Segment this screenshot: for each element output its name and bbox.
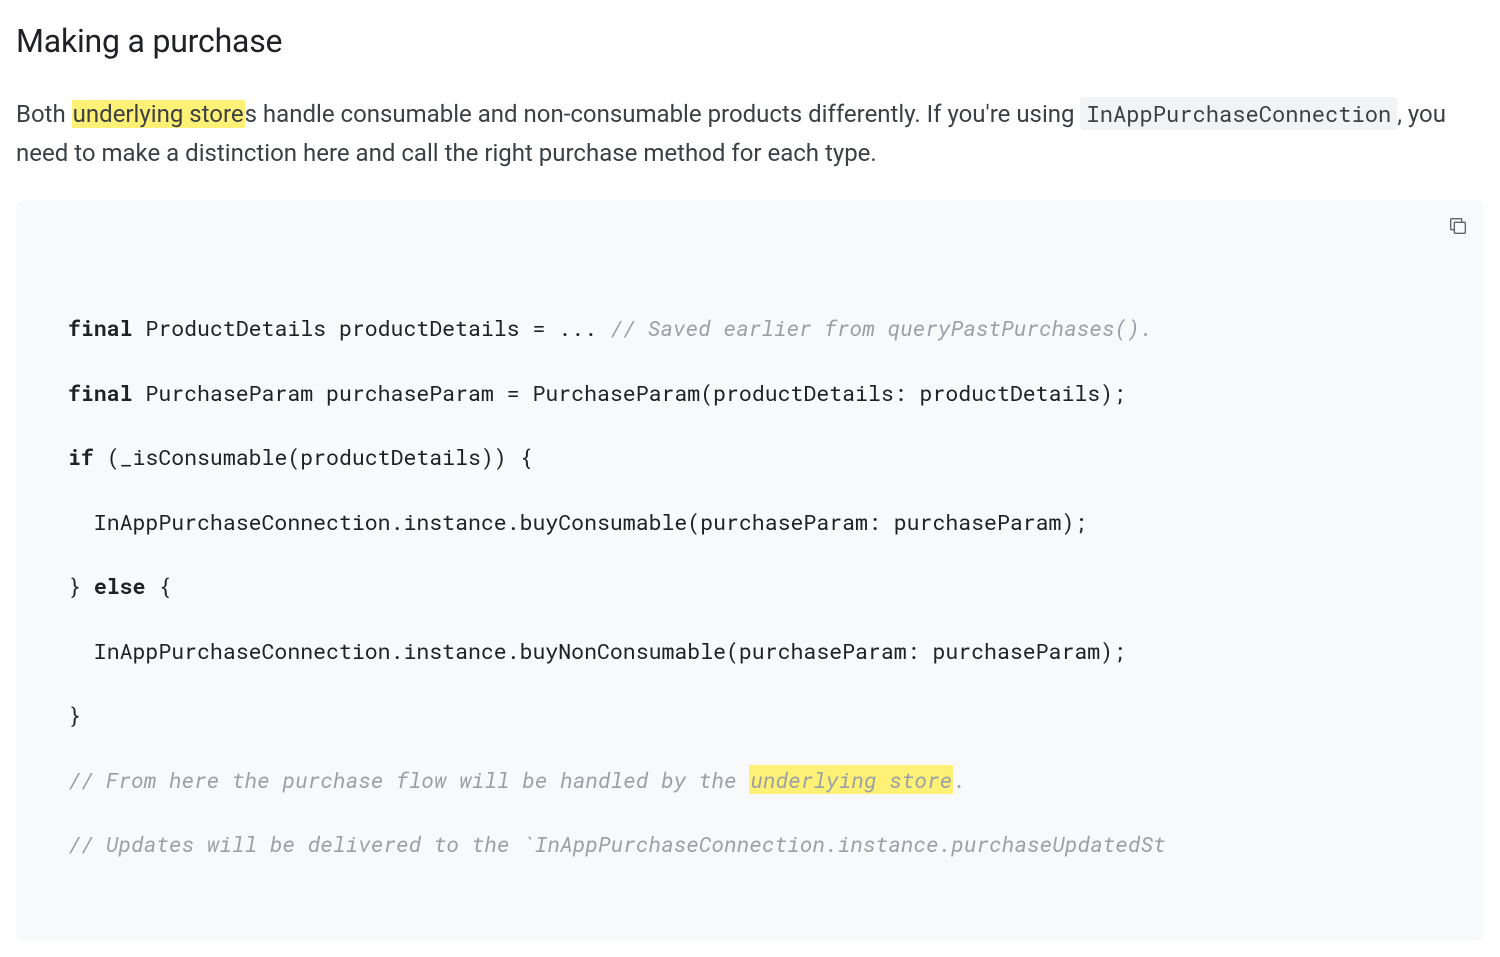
code-line: if (_isConsumable(productDetails)) {: [68, 441, 1432, 473]
code-line: final ProductDetails productDetails = ..…: [68, 312, 1432, 344]
highlighted-term: underlying store: [749, 765, 953, 794]
keyword: final: [68, 378, 133, 407]
comment-text: .: [953, 765, 966, 794]
code-line: InAppPurchaseConnection.instance.buyCons…: [68, 506, 1432, 538]
intro-text: Both: [16, 100, 72, 128]
code-text: ProductDetails productDetails = ...: [133, 313, 610, 342]
code-text: }: [68, 700, 81, 729]
code-text: }: [68, 571, 94, 600]
code-line: final PurchaseParam purchaseParam = Purc…: [68, 377, 1432, 409]
code-block: final ProductDetails productDetails = ..…: [16, 200, 1484, 941]
copy-icon: [1447, 215, 1469, 237]
code-text: PurchaseParam purchaseParam = PurchasePa…: [133, 378, 1126, 407]
inline-code: InAppPurchaseConnection: [1080, 97, 1397, 130]
code-line: // Updates will be delivered to the `InA…: [68, 828, 1432, 860]
highlighted-term: underlying store: [72, 100, 245, 128]
keyword: else: [94, 571, 146, 600]
code-text: {: [145, 571, 171, 600]
code-line: }: [68, 699, 1432, 731]
code-line: // From here the purchase flow will be h…: [68, 764, 1432, 796]
code-text: (_isConsumable(productDetails)) {: [94, 442, 533, 471]
comment-text: // From here the purchase flow will be h…: [68, 765, 749, 794]
intro-paragraph: Both underlying stores handle consumable…: [16, 95, 1484, 172]
keyword: if: [68, 442, 94, 471]
code-line: } else {: [68, 570, 1432, 602]
code-line: InAppPurchaseConnection.instance.buyNonC…: [68, 635, 1432, 667]
comment: // Saved earlier from queryPastPurchases…: [610, 313, 1153, 342]
section-heading: Making a purchase: [16, 16, 1484, 67]
code-text: InAppPurchaseConnection.instance.buyNonC…: [68, 636, 1126, 665]
intro-text: s handle consumable and non-consumable p…: [245, 100, 1081, 128]
code-text: InAppPurchaseConnection.instance.buyCons…: [68, 507, 1087, 536]
comment: // Updates will be delivered to the `InA…: [68, 829, 1166, 858]
keyword: final: [68, 313, 133, 342]
copy-button[interactable]: [1444, 212, 1472, 240]
comment: // From here the purchase flow will be h…: [68, 765, 966, 794]
